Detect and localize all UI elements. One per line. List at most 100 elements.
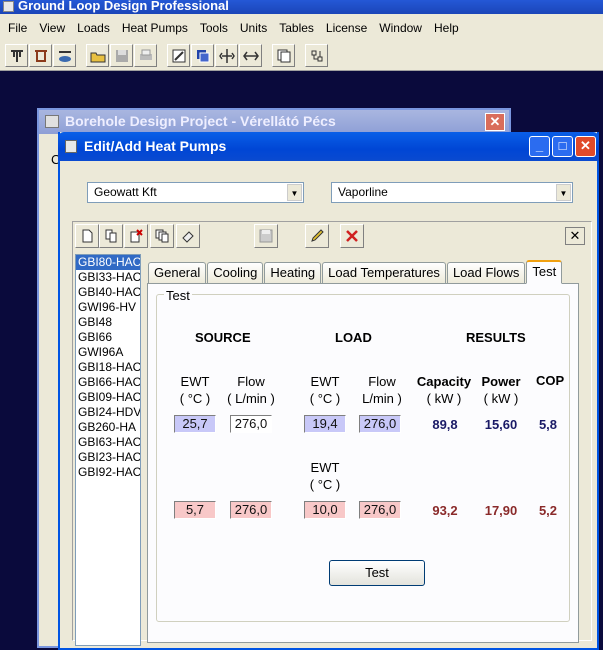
menu-tools[interactable]: Tools: [194, 21, 234, 35]
horizontal-icon[interactable]: [29, 44, 52, 67]
close-button[interactable]: ✕: [575, 136, 596, 157]
pump-list[interactable]: GBI80-HAC GBI33-HAC GBI40-HAC GWI96-HV G…: [75, 254, 141, 646]
heating-load-ewt-field[interactable]: 10,0: [304, 501, 346, 519]
menu-license[interactable]: License: [320, 21, 373, 35]
dialog-titlebar[interactable]: Edit/Add Heat Pumps _ □ ✕: [58, 132, 599, 161]
manufacturer-select[interactable]: Geowatt Kft ▼: [87, 182, 304, 203]
chevron-down-icon[interactable]: ▼: [556, 184, 571, 201]
capacity-unit: ( kW ): [426, 391, 462, 406]
list-item[interactable]: GBI92-HAC: [76, 465, 140, 480]
load-flow-label: Flow L/min ): [354, 373, 410, 407]
list-item[interactable]: GBI33-HAC: [76, 270, 140, 285]
menu-heat-pumps[interactable]: Heat Pumps: [116, 21, 194, 35]
menu-loads[interactable]: Loads: [71, 21, 116, 35]
edit-icon[interactable]: [167, 44, 190, 67]
list-item[interactable]: GB260-HA: [76, 420, 140, 435]
app-title: Ground Loop Design Professional: [18, 0, 229, 13]
duplicate-pump-icon[interactable]: [150, 224, 174, 248]
maximize-button[interactable]: □: [552, 136, 573, 157]
menu-view[interactable]: View: [33, 21, 71, 35]
menu-help[interactable]: Help: [428, 21, 465, 35]
close-icon[interactable]: ✕: [485, 113, 505, 131]
heating-load-flow-field[interactable]: 276,0: [359, 501, 401, 519]
save-icon[interactable]: [110, 44, 133, 67]
erase-icon[interactable]: [176, 224, 200, 248]
pond-icon[interactable]: [53, 44, 76, 67]
chevron-down-icon[interactable]: ▼: [287, 184, 302, 201]
copy-pump-icon[interactable]: [99, 224, 123, 248]
series-select[interactable]: Vaporline ▼: [331, 182, 573, 203]
borehole-window-icon: [45, 115, 59, 128]
cooling-power-value: 15,60: [484, 417, 518, 432]
save-icon[interactable]: [254, 224, 278, 248]
power-unit: ( kW ): [483, 391, 519, 406]
tab-heating[interactable]: Heating: [264, 262, 322, 284]
heating-source-flow-field[interactable]: 276,0: [230, 501, 272, 519]
list-item[interactable]: GBI24-HDV: [76, 405, 140, 420]
list-item[interactable]: GBI40-HAC: [76, 285, 140, 300]
ewt-label: EWT: [310, 374, 340, 389]
new-pump-icon[interactable]: [75, 224, 99, 248]
app-icon: [3, 1, 14, 12]
menu-tables[interactable]: Tables: [273, 21, 320, 35]
delete-pump-icon[interactable]: [124, 224, 148, 248]
ewt-unit: ( °C ): [309, 391, 341, 406]
tab-cooling[interactable]: Cooling: [207, 262, 264, 284]
cooling-load-ewt-field[interactable]: 19,4: [304, 415, 346, 433]
list-item[interactable]: GBI66-HAC: [76, 375, 140, 390]
heating-source-ewt-field[interactable]: 5,7: [174, 501, 216, 519]
tab-general[interactable]: General: [148, 262, 207, 284]
list-item[interactable]: GBI48: [76, 315, 140, 330]
capacity-title: Capacity: [416, 374, 472, 389]
edit-pen-icon[interactable]: [305, 224, 329, 248]
cooling-source-flow-field[interactable]: 276,0: [230, 415, 272, 433]
heating-cop-value: 5,2: [538, 503, 558, 518]
tab-strip: General Cooling Heating Load Temperature…: [148, 260, 563, 284]
tab-load-temperatures[interactable]: Load Temperatures: [322, 262, 446, 284]
list-item[interactable]: GBI18-HAC: [76, 360, 140, 375]
list-item[interactable]: GWI96A: [76, 345, 140, 360]
borehole-icon[interactable]: [5, 44, 28, 67]
flow-unit: L/min ): [362, 391, 402, 406]
test-button[interactable]: Test: [329, 560, 425, 586]
print-icon[interactable]: [134, 44, 157, 67]
manufacturer-value: Geowatt Kft: [94, 185, 157, 199]
borehole-window-titlebar[interactable]: Borehole Design Project - Vérellátó Pécs…: [39, 110, 509, 134]
tab-load-flows[interactable]: Load Flows: [446, 262, 526, 284]
capacity-label: Capacity ( kW ): [414, 373, 474, 407]
list-item[interactable]: GBI63-HAC: [76, 435, 140, 450]
main-toolbar: [0, 41, 603, 71]
menu-file[interactable]: File: [2, 21, 33, 35]
load-ewt-label: EWT ( °C ): [303, 373, 347, 407]
borehole-window-title: Borehole Design Project - Vérellátó Pécs: [65, 113, 336, 129]
window-icon[interactable]: [272, 44, 295, 67]
menu-units[interactable]: Units: [234, 21, 273, 35]
cooling-source-ewt-field[interactable]: 25,7: [174, 415, 216, 433]
tile-horizontal-icon[interactable]: [239, 44, 262, 67]
cancel-icon[interactable]: [340, 224, 364, 248]
menu-window[interactable]: Window: [373, 21, 428, 35]
menu-bar: File View Loads Heat Pumps Tools Units T…: [0, 14, 603, 41]
list-item[interactable]: GBI09-HAC: [76, 390, 140, 405]
heating-capacity-value: 93,2: [432, 503, 458, 518]
close-panel-icon[interactable]: ✕: [565, 227, 585, 245]
tile-vertical-icon[interactable]: [215, 44, 238, 67]
list-item[interactable]: GBI66: [76, 330, 140, 345]
open-icon[interactable]: [86, 44, 109, 67]
ewt-label: EWT: [180, 374, 210, 389]
flow-unit: ( L/min ): [227, 391, 275, 406]
flow-label: Flow: [368, 374, 396, 389]
list-item[interactable]: GBI23-HAC: [76, 450, 140, 465]
test-tab-page: Test SOURCE LOAD RESULTS EWT ( °C ) Flow (…: [147, 283, 579, 643]
heating-load-ewt-label: EWT ( °C ): [303, 459, 347, 493]
tab-test[interactable]: Test: [526, 260, 563, 284]
heating-power-value: 17,90: [484, 503, 518, 518]
minimize-button[interactable]: _: [529, 136, 550, 157]
copy-window-icon[interactable]: [191, 44, 214, 67]
cooling-load-flow-field[interactable]: 276,0: [359, 415, 401, 433]
flow-label: Flow: [237, 374, 265, 389]
dialog-title: Edit/Add Heat Pumps: [84, 138, 227, 154]
list-item[interactable]: GBI80-HAC: [76, 255, 140, 270]
network-icon[interactable]: [305, 44, 328, 67]
list-item[interactable]: GWI96-HV: [76, 300, 140, 315]
